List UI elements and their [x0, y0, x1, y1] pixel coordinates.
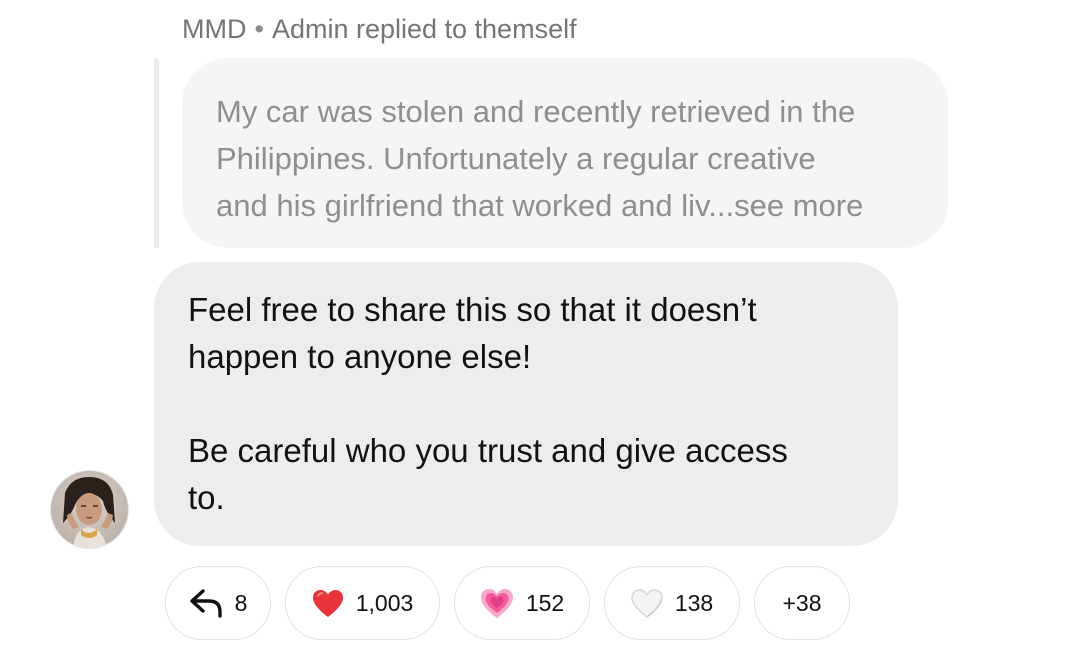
reply-count-button[interactable]: 8 [165, 566, 271, 640]
avatar-photo-icon [51, 471, 128, 548]
white-heart-count: 138 [674, 589, 714, 616]
quote-bar [154, 58, 159, 248]
message-line: Be careful who you trust and give access [188, 432, 788, 469]
message-bubble[interactable]: Feel free to share this so that it doesn… [154, 262, 898, 546]
pink-heart-reaction-button[interactable]: 152 [454, 566, 590, 640]
growing-pink-heart-icon [480, 588, 514, 619]
message-thread: MMD • Admin replied to themself My car was… [0, 0, 1080, 663]
quoted-message-line: Philippines. Unfortunately a regular cre… [216, 141, 816, 176]
reply-status: Admin replied to themself [271, 14, 577, 44]
pink-heart-count: 152 [525, 589, 565, 616]
quoted-message-line[interactable]: and his girlfriend that worked and liv..… [216, 182, 918, 229]
more-reactions-count: +38 [782, 589, 822, 616]
reply-header: MMD • Admin replied to themself [182, 12, 577, 46]
reply-count: 8 [234, 589, 248, 616]
white-heart-reaction-button[interactable]: 138 [604, 566, 740, 640]
more-reactions-button[interactable]: +38 [754, 566, 850, 640]
quoted-message-line: My car was stolen and recently retrieved… [216, 94, 856, 129]
message-line: to. [188, 479, 225, 516]
message-line: Feel free to share this so that it doesn… [188, 291, 757, 328]
reply-author: MMD [182, 14, 247, 44]
reply-arrow-icon [189, 588, 223, 618]
separator-dot: • [254, 14, 264, 44]
red-heart-count: 1,003 [355, 589, 414, 616]
avatar[interactable] [50, 470, 129, 549]
reaction-bar: 8 1,003 152 138 +38 [165, 566, 850, 642]
red-heart-icon [312, 589, 344, 618]
quoted-message-bubble[interactable]: My car was stolen and recently retrieved… [182, 58, 948, 248]
red-heart-reaction-button[interactable]: 1,003 [285, 566, 440, 640]
message-line: happen to anyone else! [188, 338, 532, 375]
white-heart-icon [631, 588, 663, 618]
